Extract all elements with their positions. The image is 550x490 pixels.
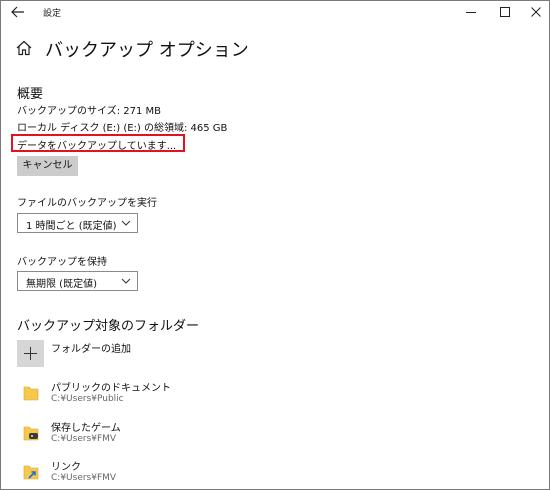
add-folder-button[interactable] <box>17 340 44 367</box>
maximize-icon[interactable] <box>497 4 513 20</box>
overview-heading: 概要 <box>17 87 44 102</box>
close-icon[interactable] <box>528 4 544 20</box>
settings-window: 設定 バックアップ オプション 概要 バックアップのサイズ: 271 MB ロー… <box>0 0 550 490</box>
keep-backups-select[interactable]: 無期限 (既定値) <box>17 271 138 291</box>
back-arrow-icon[interactable] <box>9 3 27 21</box>
disk-space: ローカル ディスク (E:) (E:) の総領域: 465 GB <box>17 123 228 134</box>
window-title: 設定 <box>43 9 62 19</box>
chevron-down-icon <box>121 278 131 284</box>
folder-name: 保存したゲーム <box>51 423 121 434</box>
folder-path: C:¥Users¥FMV <box>51 473 117 483</box>
page-title: バックアップ オプション <box>45 40 249 61</box>
folder-name: パブリックのドキュメント <box>51 383 171 394</box>
backup-frequency-label: ファイルのバックアップを実行 <box>17 198 157 209</box>
backup-status: データをバックアップしています... <box>17 141 177 152</box>
backup-frequency-select[interactable]: 1 時間ごと (既定値) <box>17 213 138 233</box>
saved-games-icon <box>23 426 39 441</box>
folder-path: C:¥Users¥FMV <box>51 434 117 444</box>
plus-icon <box>24 347 37 360</box>
cancel-button[interactable]: キャンセル <box>17 156 78 176</box>
backup-frequency-value: 1 時間ごと (既定値) <box>26 221 117 232</box>
folder-name: リンク <box>51 462 81 473</box>
add-folder-label[interactable]: フォルダーの追加 <box>51 340 131 355</box>
title-bar: 設定 <box>1 1 549 25</box>
keep-backups-label: バックアップを保持 <box>17 257 107 268</box>
links-icon <box>23 465 39 480</box>
folder-item-saved-games[interactable]: 保存したゲーム C:¥Users¥FMV <box>17 419 317 449</box>
backup-size: バックアップのサイズ: 271 MB <box>17 106 162 117</box>
keep-backups-value: 無期限 (既定値) <box>26 279 97 290</box>
folders-heading: バックアップ対象のフォルダー <box>17 319 200 334</box>
folder-icon <box>23 386 39 401</box>
chevron-down-icon <box>121 220 131 226</box>
folder-item-public-documents[interactable]: パブリックのドキュメント C:¥Users¥Public <box>17 379 317 409</box>
folder-path: C:¥Users¥Public <box>51 394 124 404</box>
folder-item-links[interactable]: リンク C:¥Users¥FMV <box>17 458 317 488</box>
home-icon[interactable] <box>15 39 33 57</box>
minimize-icon[interactable] <box>463 4 479 20</box>
